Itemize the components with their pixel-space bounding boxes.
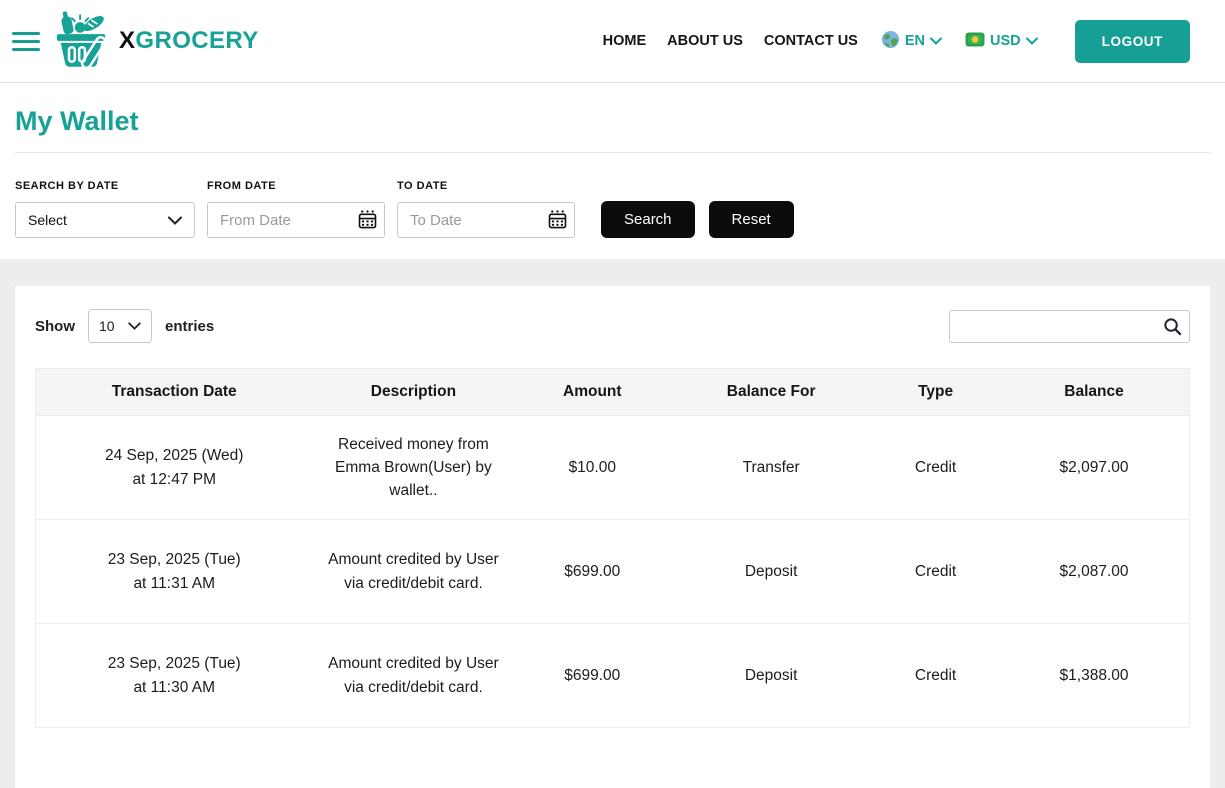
- cell-balance: $1,388.00: [999, 623, 1190, 728]
- filter-row: SEARCH BY DATE Select FROM DATE From Dat…: [0, 180, 1225, 238]
- page-title: My Wallet: [15, 106, 139, 136]
- transactions-card: Show 10 entries Transaction Date Descrip…: [15, 286, 1210, 788]
- calendar-icon[interactable]: [548, 210, 567, 232]
- cell-balance: $2,097.00: [999, 415, 1190, 520]
- nav-contact-us[interactable]: CONTACT US: [764, 33, 858, 49]
- cell-transaction-date: 23 Sep, 2025 (Tue) at 11:30 AM: [35, 623, 313, 728]
- table-search-input[interactable]: [949, 309, 1190, 343]
- cell-type: Credit: [872, 519, 1000, 624]
- currency-label: USD: [990, 33, 1021, 49]
- transactions-table: Transaction Date Description Amount Bala…: [35, 368, 1190, 728]
- cell-transaction-date: 24 Sep, 2025 (Wed) at 12:47 PM: [35, 415, 313, 520]
- top-navbar: XGROCERY HOME ABOUT US CONTACT US EN USD…: [0, 0, 1225, 83]
- wallet-filter-panel: My Wallet SEARCH BY DATE Select FROM DAT…: [0, 83, 1225, 259]
- entries-label: entries: [165, 317, 215, 335]
- to-date-group: TO DATE: [397, 180, 575, 238]
- globe-icon: [881, 30, 900, 53]
- cell-description: Amount credited by User via credit/debit…: [312, 623, 515, 728]
- table-row: 24 Sep, 2025 (Wed) at 12:47 PM Received m…: [35, 415, 1190, 520]
- select-value: Select: [28, 212, 67, 228]
- to-date-label: TO DATE: [397, 180, 448, 192]
- brand-logo[interactable]: XGROCERY: [54, 10, 259, 73]
- col-transaction-date: Transaction Date: [35, 368, 313, 416]
- basket-icon: [54, 10, 112, 73]
- logout-button[interactable]: LOGOUT: [1074, 19, 1190, 63]
- cell-type: Credit: [872, 623, 1000, 728]
- chevron-down-icon: [168, 216, 182, 225]
- chevron-down-icon: [1025, 37, 1038, 45]
- search-by-date-group: SEARCH BY DATE Select: [15, 180, 195, 238]
- cell-type: Credit: [872, 415, 1000, 520]
- currency-selector[interactable]: USD: [965, 32, 1038, 51]
- entries-value: 10: [99, 318, 115, 334]
- language-selector[interactable]: EN: [881, 30, 943, 53]
- cell-balance-for: Deposit: [670, 519, 873, 624]
- col-type: Type: [872, 368, 1000, 416]
- from-date-group: FROM DATE: [207, 180, 385, 238]
- search-icon[interactable]: [1163, 317, 1182, 341]
- col-description: Description: [312, 368, 515, 416]
- reset-button[interactable]: Reset: [708, 201, 794, 238]
- chevron-down-icon: [930, 37, 943, 45]
- cell-balance: $2,087.00: [999, 519, 1190, 624]
- search-by-date-select[interactable]: Select: [15, 202, 195, 238]
- divider: [15, 152, 1210, 153]
- cell-balance-for: Deposit: [670, 623, 873, 728]
- show-label: Show: [35, 317, 75, 335]
- language-label: EN: [904, 33, 926, 49]
- cell-balance-for: Transfer: [670, 415, 873, 520]
- col-amount: Amount: [514, 368, 671, 416]
- entries-per-page-select[interactable]: 10: [88, 309, 152, 343]
- cell-transaction-date: 23 Sep, 2025 (Tue) at 11:31 AM: [35, 519, 313, 624]
- main-nav: HOME ABOUT US CONTACT US EN USD LOGOUT: [603, 19, 1190, 63]
- cell-description: Received money from Emma Brown(User) by …: [312, 415, 515, 520]
- search-by-date-label: SEARCH BY DATE: [15, 180, 119, 192]
- table-row: 23 Sep, 2025 (Tue) at 11:31 AM Amount cre…: [35, 519, 1190, 624]
- from-date-label: FROM DATE: [207, 180, 277, 192]
- table-row: 23 Sep, 2025 (Tue) at 11:30 AM Amount cre…: [35, 623, 1190, 728]
- cell-amount: $699.00: [514, 519, 671, 624]
- brand-wordmark: XGROCERY: [119, 27, 259, 54]
- nav-about-us[interactable]: ABOUT US: [667, 33, 743, 49]
- nav-home[interactable]: HOME: [603, 33, 647, 49]
- table-controls: Show 10 entries: [35, 309, 1190, 343]
- menu-icon[interactable]: [12, 27, 40, 56]
- cell-amount: $10.00: [514, 415, 671, 520]
- calendar-icon[interactable]: [358, 210, 377, 232]
- search-button[interactable]: Search: [601, 201, 695, 238]
- col-balance: Balance: [999, 368, 1190, 416]
- cell-description: Amount credited by User via credit/debit…: [312, 519, 515, 624]
- table-header-row: Transaction Date Description Amount Bala…: [35, 368, 1190, 416]
- cell-amount: $699.00: [514, 623, 671, 728]
- col-balance-for: Balance For: [670, 368, 873, 416]
- money-icon: [965, 32, 985, 51]
- chevron-down-icon: [128, 322, 141, 330]
